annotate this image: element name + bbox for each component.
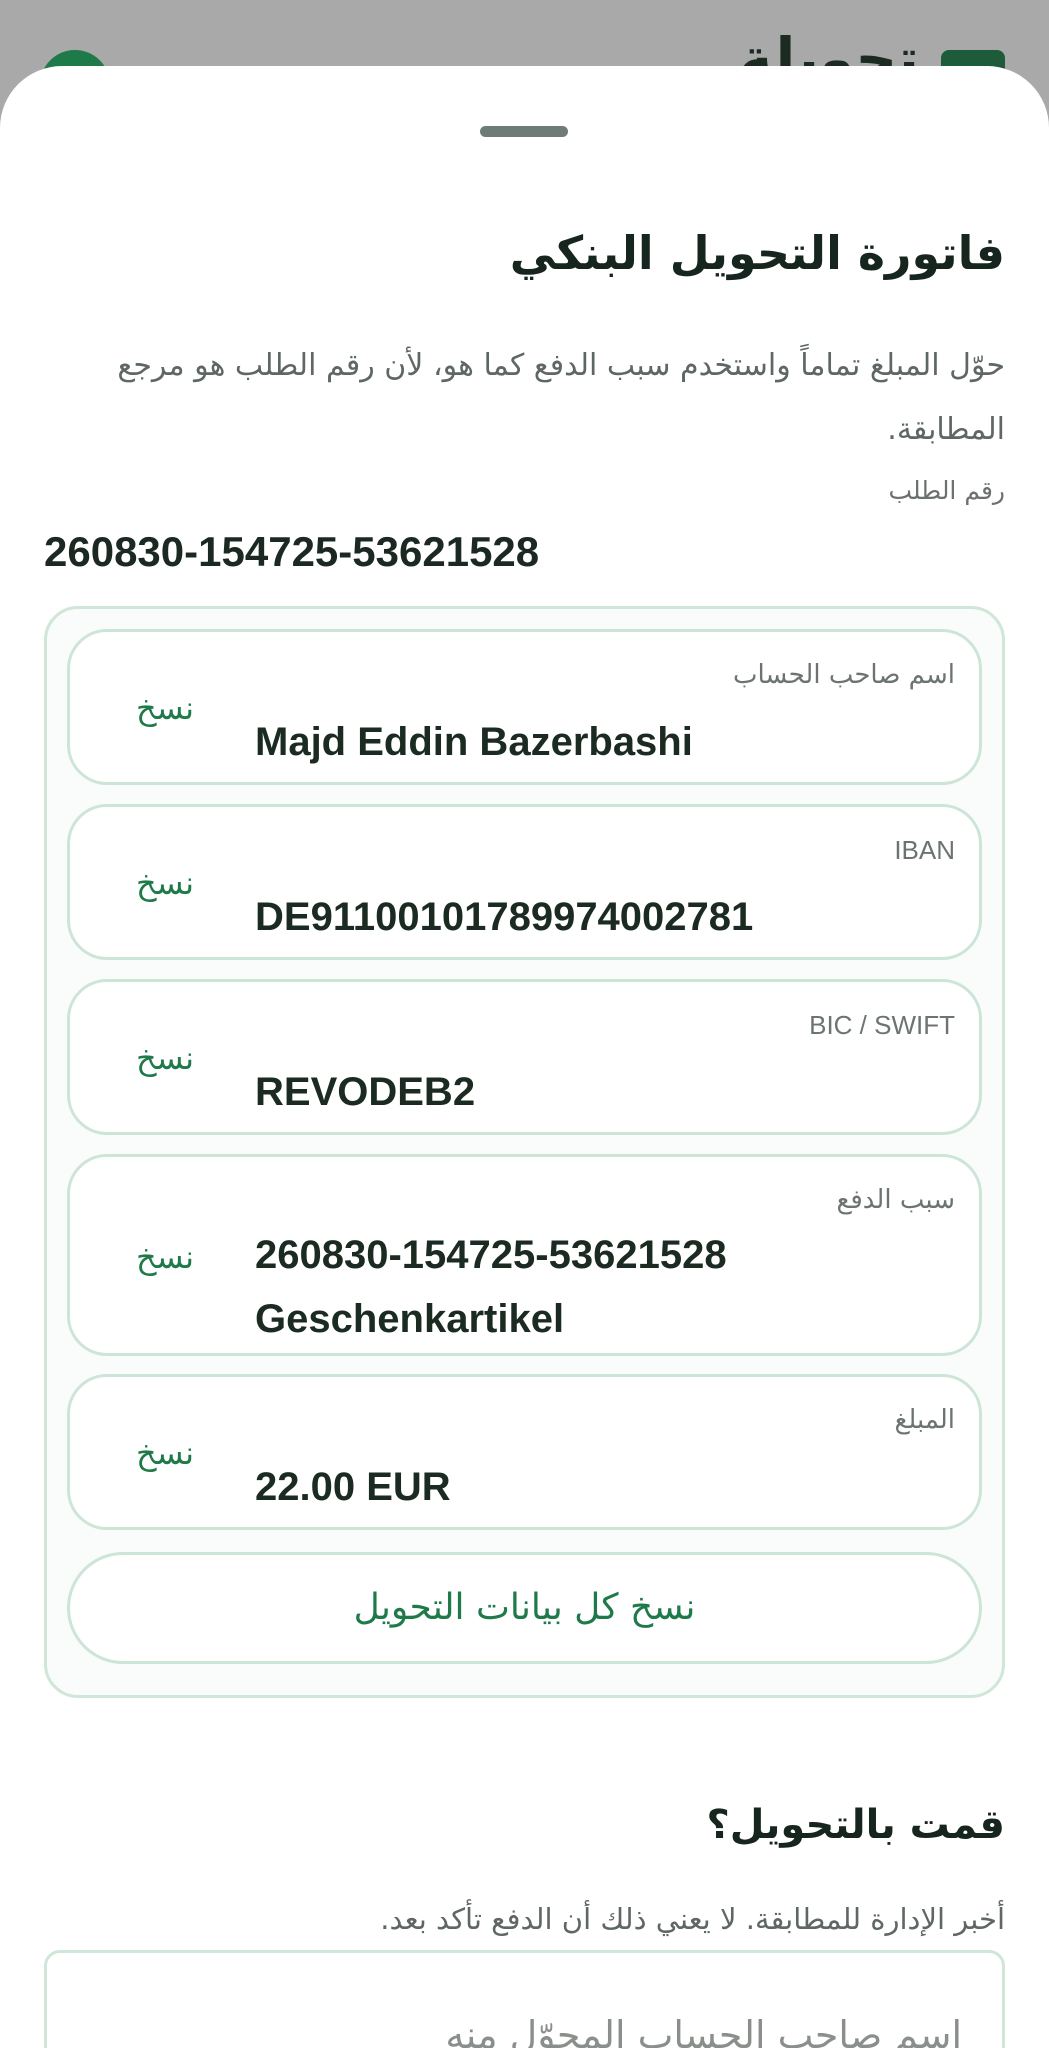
- field-value: 260830-154725-53621528 Geschenkartikel: [255, 1233, 727, 1341]
- field-account-holder: اسم صاحب الحساب Majd Eddin Bazerbashi نس…: [67, 629, 982, 785]
- confirm-description: أخبر الإدارة للمطابقة. لا يعني ذلك أن ال…: [380, 1902, 1005, 1936]
- page-title: فاتورة التحويل البنكي: [509, 226, 1005, 280]
- drag-handle[interactable]: [480, 126, 568, 137]
- field-label: سبب الدفع: [836, 1185, 956, 1215]
- copy-button-bic[interactable]: نسخ: [110, 1028, 220, 1088]
- order-number-value: 260830-154725-53621528: [44, 528, 540, 575]
- field-iban: IBAN DE91100101789974002781 نسخ: [67, 804, 982, 960]
- field-payment-reference: سبب الدفع 260830-154725-53621528 Geschen…: [67, 1154, 982, 1356]
- copy-button-account-holder[interactable]: نسخ: [110, 678, 220, 738]
- field-label: IBAN: [894, 835, 955, 865]
- field-label: اسم صاحب الحساب: [733, 660, 955, 690]
- copy-button-iban[interactable]: نسخ: [110, 853, 220, 913]
- field-value: DE91100101789974002781: [255, 895, 754, 939]
- field-label: المبلغ: [894, 1405, 955, 1435]
- transfer-details-panel: اسم صاحب الحساب Majd Eddin Bazerbashi نس…: [44, 606, 1005, 1698]
- copy-button-amount[interactable]: نسخ: [110, 1423, 220, 1483]
- sheet-description: حوّل المبلغ تماماً واستخدم سبب الدفع كما…: [117, 348, 1005, 447]
- field-value: 22.00 EUR: [255, 1465, 451, 1509]
- field-value: REVODEB2: [255, 1070, 476, 1114]
- field-label: BIC / SWIFT: [809, 1010, 955, 1040]
- sender-name-field[interactable]: [44, 1950, 1005, 2048]
- field-bic-swift: BIC / SWIFT REVODEB2 نسخ: [67, 979, 982, 1135]
- copy-all-button[interactable]: نسخ كل بيانات التحويل: [67, 1552, 982, 1664]
- confirm-title: قمت بالتحويل؟: [706, 1802, 1006, 1848]
- bottom-sheet: فاتورة التحويل البنكي حوّل المبلغ تماماً…: [0, 66, 1049, 2048]
- copy-button-reference[interactable]: نسخ: [110, 1227, 220, 1287]
- field-value: Majd Eddin Bazerbashi: [255, 720, 693, 764]
- sender-name-input[interactable]: [102, 2007, 962, 2048]
- field-amount: المبلغ 22.00 EUR نسخ: [67, 1374, 982, 1530]
- order-number-label: رقم الطلب: [888, 476, 1005, 505]
